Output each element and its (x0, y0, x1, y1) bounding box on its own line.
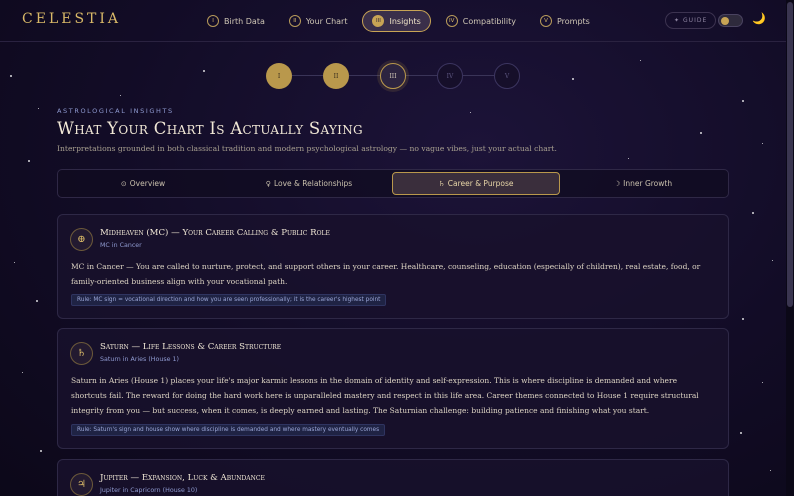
card-body: MC in Cancer — You are called to nurture… (71, 262, 701, 286)
nav-item-label: Your Chart (305, 16, 348, 26)
toggle-knob (721, 17, 729, 25)
rule-badge: Rule: MC sign = vocational direction and… (71, 294, 387, 306)
card-subtitle: MC in Cancer (100, 242, 142, 249)
venus-icon: ♀ (265, 179, 271, 188)
tab-inner-growth[interactable]: ☽ Inner Growth (560, 172, 726, 195)
nav-item-label: Compatibility (462, 16, 516, 26)
insight-tabs: ⊙ Overview ♀ Love & Relationships ♄ Care… (57, 169, 729, 198)
step-2[interactable]: II (323, 63, 349, 89)
step-connector (292, 75, 323, 76)
step-connector (406, 75, 437, 76)
sparkle-icon: ✦ (674, 17, 681, 24)
nav-item-birth-data[interactable]: I Birth Data (198, 10, 274, 32)
progress-stepper: I II III IV V (266, 63, 521, 89)
saturn-icon: ♄ (70, 342, 93, 365)
theme-toggle[interactable] (718, 14, 743, 27)
jupiter-icon: ♃ (70, 473, 93, 496)
midheaven-icon: ⊕ (70, 228, 93, 251)
scrollbar[interactable] (786, 0, 794, 496)
tab-label: Love & Relationships (273, 179, 353, 188)
nav-number-badge: II (288, 15, 301, 27)
main-nav: I Birth Data II Your Chart III Insights … (198, 10, 599, 32)
card-subtitle: Jupiter in Capricorn (House 10) (100, 487, 198, 494)
guide-button[interactable]: ✦ GUIDE (665, 12, 717, 29)
app-logo[interactable]: CELESTIA (22, 11, 121, 27)
scrollbar-thumb[interactable] (787, 2, 793, 307)
nav-number-badge: IV (445, 15, 458, 27)
moon-icon: 🌙 (752, 12, 766, 25)
nav-number-badge: III (372, 15, 385, 27)
tab-love-relationships[interactable]: ♀ Love & Relationships (226, 172, 392, 195)
step-5[interactable]: V (494, 63, 520, 89)
tab-career-purpose[interactable]: ♄ Career & Purpose (392, 172, 560, 195)
nav-item-label: Birth Data (224, 16, 265, 26)
insight-card-saturn: ♄ Saturn — Life Lessons & Career Structu… (57, 328, 729, 449)
nav-item-insights[interactable]: III Insights (362, 10, 431, 32)
card-title: Saturn — Life Lessons & Career Structure (100, 342, 282, 352)
step-4[interactable]: IV (437, 63, 463, 89)
tab-label: Inner Growth (623, 179, 673, 188)
page-subtitle: Interpretations grounded in both classic… (57, 144, 557, 153)
section-eyebrow: ASTROLOGICAL INSIGHTS (57, 107, 174, 115)
nav-number-badge: V (539, 15, 552, 27)
step-3[interactable]: III (380, 63, 406, 89)
card-title: Jupiter — Expansion, Luck & Abundance (100, 473, 265, 483)
top-header: CELESTIA I Birth Data II Your Chart III … (0, 0, 786, 42)
guide-label: GUIDE (683, 17, 708, 24)
step-connector (349, 75, 380, 76)
nav-item-label: Prompts (556, 16, 590, 26)
card-title: Midheaven (MC) — Your Career Calling & P… (100, 228, 330, 238)
tab-label: Career & Purpose (447, 179, 514, 188)
tab-label: Overview (129, 179, 166, 188)
step-connector (463, 75, 494, 76)
nav-item-your-chart[interactable]: II Your Chart (280, 10, 357, 32)
sun-icon: ⊙ (120, 179, 127, 188)
card-subtitle: Saturn in Aries (House 1) (100, 356, 179, 363)
moon-icon: ☽ (613, 179, 621, 188)
nav-item-prompts[interactable]: V Prompts (531, 10, 599, 32)
tab-overview[interactable]: ⊙ Overview (60, 172, 226, 195)
insight-card-jupiter: ♃ Jupiter — Expansion, Luck & Abundance … (57, 459, 729, 496)
nav-item-compatibility[interactable]: IV Compatibility (437, 10, 525, 32)
page-title: What Your Chart Is Actually Saying (57, 119, 363, 138)
nav-item-label: Insights (389, 16, 421, 26)
insight-card-midheaven: ⊕ Midheaven (MC) — Your Career Calling &… (57, 214, 729, 319)
rule-badge: Rule: Saturn's sign and house show where… (71, 424, 386, 436)
saturn-icon: ♄ (438, 179, 445, 188)
nav-number-badge: I (207, 15, 219, 27)
card-body: Saturn in Aries (House 1) places your li… (71, 376, 699, 415)
step-1[interactable]: I (266, 63, 292, 89)
